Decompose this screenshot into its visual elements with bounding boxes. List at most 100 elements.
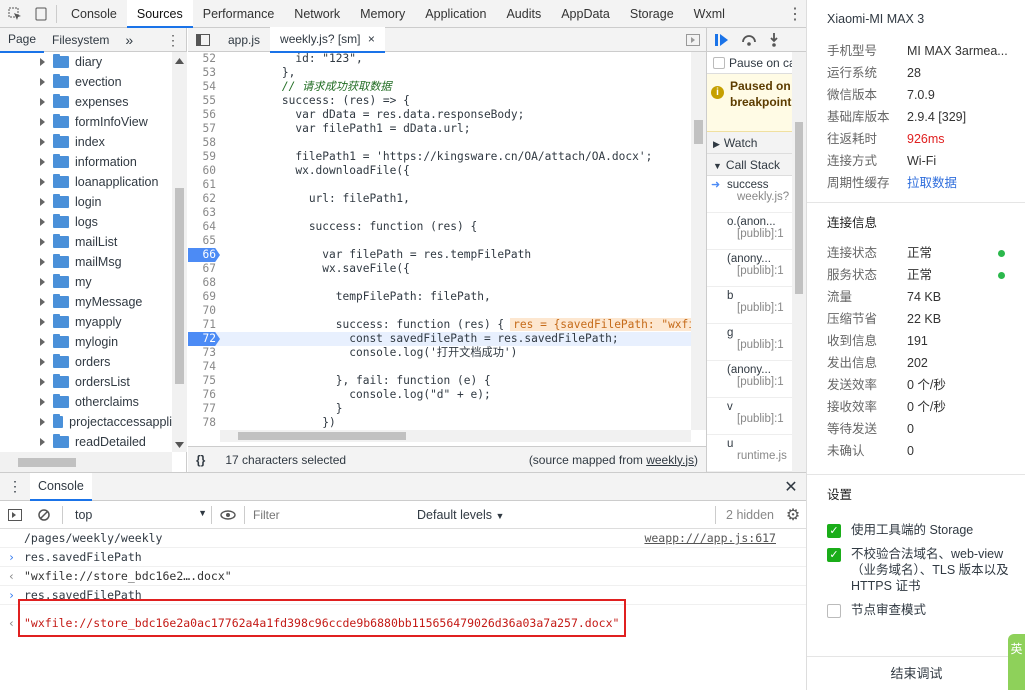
editor-horizontal-scrollbar[interactable] bbox=[220, 430, 691, 442]
code-line[interactable]: 76 console.log("d" + e); bbox=[188, 388, 691, 402]
expand-arrow-icon[interactable] bbox=[40, 78, 45, 86]
line-number[interactable]: 54 bbox=[188, 80, 220, 94]
code-line[interactable]: 55 success: (res) => { bbox=[188, 94, 691, 108]
tree-item[interactable]: expenses bbox=[0, 92, 172, 112]
line-number[interactable]: 61 bbox=[188, 178, 220, 192]
line-number[interactable]: 75 bbox=[188, 374, 220, 388]
more-options-icon[interactable]: ⋮ bbox=[158, 28, 186, 52]
code-line[interactable]: 68 bbox=[188, 276, 691, 290]
step-into-icon[interactable] bbox=[769, 32, 779, 47]
navigator-horizontal-scrollbar[interactable] bbox=[0, 452, 172, 472]
tree-item[interactable]: otherclaims bbox=[0, 392, 172, 412]
line-number[interactable]: 70 bbox=[188, 304, 220, 318]
drawer-menu-icon[interactable]: ⋮ bbox=[0, 478, 30, 495]
line-number[interactable]: 53 bbox=[188, 66, 220, 80]
scrollbar-thumb[interactable] bbox=[18, 458, 76, 467]
pretty-print-icon[interactable]: {} bbox=[196, 453, 205, 467]
expand-arrow-icon[interactable] bbox=[40, 298, 45, 306]
tree-item[interactable]: orders bbox=[0, 352, 172, 372]
tree-item[interactable]: mailMsg bbox=[0, 252, 172, 272]
expand-arrow-icon[interactable] bbox=[40, 118, 45, 126]
line-number[interactable]: 60 bbox=[188, 164, 220, 178]
context-selector[interactable]: top ▼ bbox=[67, 508, 207, 522]
code-line[interactable]: 70 bbox=[188, 304, 691, 318]
line-number[interactable]: 52 bbox=[188, 52, 220, 66]
code-line[interactable]: 69 tempFilePath: filePath, bbox=[188, 290, 691, 304]
toggle-debugger-icon[interactable] bbox=[680, 33, 706, 46]
checkbox[interactable]: ✓ bbox=[827, 548, 841, 562]
tab-console[interactable]: Console bbox=[61, 0, 127, 28]
tree-item[interactable]: formInfoView bbox=[0, 112, 172, 132]
tree-item[interactable]: mylogin bbox=[0, 332, 172, 352]
more-options-icon[interactable]: ⋮ bbox=[784, 0, 806, 28]
expand-arrow-icon[interactable] bbox=[40, 358, 45, 366]
code-line[interactable]: 57 var filePath1 = dData.url; bbox=[188, 122, 691, 136]
code-line[interactable]: 77 } bbox=[188, 402, 691, 416]
code-line[interactable]: 60 wx.downloadFile({ bbox=[188, 164, 691, 178]
tab-wxml[interactable]: Wxml bbox=[684, 0, 735, 28]
tree-item[interactable]: mailList bbox=[0, 232, 172, 252]
expand-arrow-icon[interactable] bbox=[40, 158, 45, 166]
expand-arrow-icon[interactable] bbox=[40, 238, 45, 246]
close-tab-icon[interactable]: × bbox=[368, 32, 375, 46]
tab-performance[interactable]: Performance bbox=[193, 0, 285, 28]
console-settings-gear-icon[interactable]: ⚙ bbox=[780, 505, 806, 525]
line-number[interactable]: 57 bbox=[188, 122, 220, 136]
expand-arrow-icon[interactable] bbox=[40, 138, 45, 146]
expand-arrow-icon[interactable] bbox=[40, 398, 45, 406]
scrollbar-thumb[interactable] bbox=[795, 122, 803, 294]
tree-item[interactable]: information bbox=[0, 152, 172, 172]
editor-vertical-scrollbar[interactable] bbox=[691, 52, 706, 430]
expand-arrow-icon[interactable] bbox=[40, 378, 45, 386]
line-number[interactable]: 66 bbox=[188, 248, 220, 262]
tab-console[interactable]: Console bbox=[30, 472, 92, 501]
navigator-vertical-scrollbar[interactable] bbox=[172, 52, 187, 452]
expand-arrow-icon[interactable] bbox=[40, 178, 45, 186]
tree-item[interactable]: myMessage bbox=[0, 292, 172, 312]
tab-page[interactable]: Page bbox=[0, 27, 45, 53]
line-number[interactable]: 76 bbox=[188, 388, 220, 402]
info-value[interactable]: 拉取数据 bbox=[907, 172, 1007, 194]
line-number[interactable]: 71 bbox=[188, 318, 220, 332]
code-line[interactable]: 58 bbox=[188, 136, 691, 150]
line-number[interactable]: 63 bbox=[188, 206, 220, 220]
line-number[interactable]: 74 bbox=[188, 360, 220, 374]
console-filter-input[interactable] bbox=[249, 504, 409, 525]
expand-arrow-icon[interactable] bbox=[40, 98, 45, 106]
line-number[interactable]: 67 bbox=[188, 262, 220, 276]
line-number[interactable]: 62 bbox=[188, 192, 220, 206]
tree-item[interactable]: myapply bbox=[0, 312, 172, 332]
debugger-scrollbar[interactable] bbox=[792, 52, 806, 472]
tree-item[interactable]: diary bbox=[0, 52, 172, 72]
clear-console-icon[interactable] bbox=[30, 508, 58, 521]
log-levels-dropdown[interactable]: Default levels ▼ bbox=[417, 508, 504, 522]
line-number[interactable]: 77 bbox=[188, 402, 220, 416]
code-line[interactable]: 67 wx.saveFile({ bbox=[188, 262, 691, 276]
scroll-up-arrow-icon[interactable] bbox=[175, 58, 184, 64]
expand-arrow-icon[interactable] bbox=[40, 278, 45, 286]
code-line[interactable]: 53 }, bbox=[188, 66, 691, 80]
line-number[interactable]: 59 bbox=[188, 150, 220, 164]
line-number[interactable]: 68 bbox=[188, 276, 220, 290]
toggle-navigator-icon[interactable] bbox=[188, 33, 218, 46]
code-line[interactable]: 72 const savedFilePath = res.savedFilePa… bbox=[188, 332, 691, 346]
inspect-element-icon[interactable] bbox=[0, 0, 30, 28]
line-number[interactable]: 69 bbox=[188, 290, 220, 304]
more-tabs-button[interactable]: » bbox=[117, 28, 141, 52]
line-number[interactable]: 56 bbox=[188, 108, 220, 122]
end-debug-button[interactable]: 结束调试 bbox=[807, 656, 1025, 690]
code-line[interactable]: 73 console.log('打开文档成功') bbox=[188, 346, 691, 360]
expand-arrow-icon[interactable] bbox=[40, 438, 45, 446]
code-line[interactable]: 65 bbox=[188, 234, 691, 248]
tree-item[interactable]: projectaccessappli bbox=[0, 412, 172, 432]
tab-storage[interactable]: Storage bbox=[620, 0, 684, 28]
close-drawer-icon[interactable]: ✕ bbox=[776, 477, 806, 497]
pause-on-caught-checkbox[interactable] bbox=[713, 56, 725, 69]
code-line[interactable]: 52 id: "123", bbox=[188, 52, 691, 66]
tree-item[interactable]: my bbox=[0, 272, 172, 292]
tree-item[interactable]: readDetailed bbox=[0, 432, 172, 452]
code-line[interactable]: 63 bbox=[188, 206, 691, 220]
tab-weekly-js[interactable]: weekly.js? [sm] × bbox=[270, 26, 385, 53]
line-number[interactable]: 78 bbox=[188, 416, 220, 430]
scrollbar-thumb[interactable] bbox=[238, 432, 406, 440]
